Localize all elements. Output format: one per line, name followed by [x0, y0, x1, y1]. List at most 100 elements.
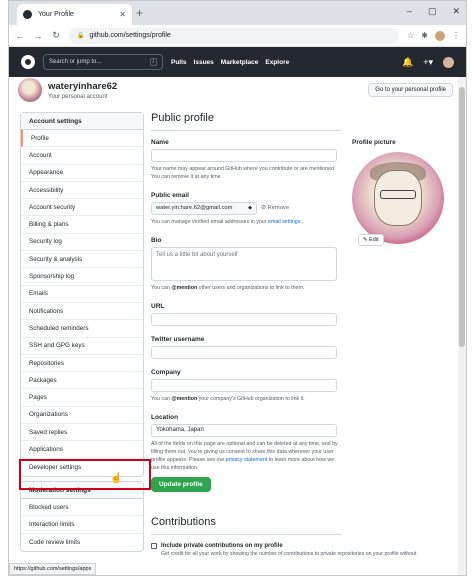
email-label: Public email — [151, 191, 189, 199]
header-nav: Pulls Issues Marketplace Explore — [171, 59, 289, 66]
url-field[interactable] — [151, 312, 337, 326]
goto-profile-button[interactable]: Go to your personal profile — [368, 83, 453, 97]
nav-issues[interactable]: Issues — [194, 59, 214, 66]
company-note-rest: your company's GitHub organization to li… — [197, 395, 305, 402]
username[interactable]: wateryinhare62 — [48, 81, 117, 92]
star-icon[interactable]: ☆ — [407, 31, 414, 41]
forward-icon[interactable]: → — [33, 31, 43, 41]
twitter-field[interactable] — [151, 345, 337, 359]
page-scrollbar[interactable] — [458, 77, 466, 575]
sidebar-item-profile[interactable]: Profile — [21, 130, 143, 148]
github-favicon-icon — [23, 10, 32, 19]
sidebar-item-saved-replies[interactable]: Saved replies — [21, 424, 143, 442]
email-settings-link[interactable]: email settings — [268, 219, 300, 225]
name-field[interactable] — [151, 149, 337, 162]
url-field[interactable]: 🔒 github.com/settings/profile — [69, 27, 400, 44]
sidebar-item-account-security[interactable]: Account security — [21, 199, 143, 217]
back-icon[interactable]: ← — [15, 31, 25, 41]
minimize-icon[interactable]: – — [407, 6, 412, 17]
sidebar-item-interaction-limits[interactable]: Interaction limits — [21, 516, 143, 534]
sidebar-item-notifications[interactable]: Notifications — [21, 303, 143, 321]
privacy-note: All of the fields on this page are optio… — [151, 441, 341, 473]
remove-label: Remove — [267, 205, 290, 212]
browser-tab[interactable]: Your Profile ✕ — [17, 4, 132, 25]
tab-strip: Your Profile ✕ + – ▢ ✕ — [9, 1, 466, 25]
bio-note: You can @mention other users and organiz… — [151, 285, 341, 293]
chevron-down-icon: ◆ — [248, 205, 252, 212]
menu-icon[interactable]: ⋮ — [452, 31, 460, 41]
browser-profile-avatar[interactable] — [435, 30, 445, 41]
scrollbar-thumb[interactable] — [459, 87, 465, 347]
sidebar-item-pages[interactable]: Pages — [21, 389, 143, 407]
public-email-value: water.yin.hare.62@gmail.com — [156, 205, 233, 212]
sidebar-item-applications[interactable]: Applications — [21, 441, 143, 459]
sidebar-item-packages[interactable]: Packages — [21, 372, 143, 390]
company-group: Company You can @mention your company's … — [151, 369, 341, 404]
sidebar-item-emails[interactable]: Emails — [21, 286, 143, 303]
bio-label: Bio — [151, 236, 162, 244]
extensions-icon[interactable]: ✱ — [421, 31, 428, 41]
company-field[interactable] — [151, 378, 337, 392]
close-window-icon[interactable]: ✕ — [452, 6, 460, 17]
update-profile-button[interactable]: Update profile — [151, 477, 211, 493]
search-placeholder: Search or jump to... — [49, 59, 102, 65]
create-new-icon[interactable]: +▾ — [423, 57, 433, 68]
developer-settings-highlight — [19, 459, 151, 490]
github-logo-icon[interactable] — [21, 55, 35, 69]
nav-marketplace[interactable]: Marketplace — [221, 59, 259, 66]
name-label: Name — [151, 139, 169, 146]
nav-explore[interactable]: Explore — [265, 59, 289, 66]
sidebar-item-scheduled-reminders[interactable]: Scheduled reminders — [21, 320, 143, 338]
private-contributions-option[interactable]: Include private contributions on my prof… — [151, 543, 341, 550]
notifications-bell-icon[interactable]: 🔔 — [402, 57, 413, 68]
remove-email-button[interactable]: ⊘ Remove — [261, 205, 289, 211]
bio-group: Bio Tell us a little bit about yourself … — [151, 237, 341, 293]
company-note: You can @mention your company's GitHub o… — [151, 396, 341, 404]
bio-note-pre: You can — [151, 284, 172, 291]
avatar[interactable] — [18, 78, 42, 102]
window-controls: – ▢ ✕ — [407, 6, 460, 17]
close-tab-icon[interactable]: ✕ — [119, 10, 126, 19]
company-label: Company — [151, 368, 181, 376]
user-context: wateryinhare62 Your personal account — [18, 78, 117, 102]
browser-extensions: ☆ ✱ ⋮ — [407, 30, 460, 41]
privacy-statement-link[interactable]: privacy statement — [226, 457, 268, 463]
edit-picture-button[interactable]: ✎ Edit — [358, 234, 384, 246]
sidebar-item-blocked-users[interactable]: Blocked users — [21, 499, 143, 517]
address-bar: ← → ↻ 🔒 github.com/settings/profile ☆ ✱ … — [9, 25, 466, 47]
nav-pulls[interactable]: Pulls — [171, 59, 187, 66]
bio-field[interactable]: Tell us a little bit about yourself — [151, 246, 337, 281]
user-menu-avatar[interactable] — [443, 56, 454, 68]
sidebar-item-repositories[interactable]: Repositories — [21, 355, 143, 373]
sidebar-item-ssh-gpg[interactable]: SSH and GPG keys — [21, 338, 143, 355]
tab-title: Your Profile — [38, 11, 74, 18]
github-header: Search or jump to... / Pulls Issues Mark… — [9, 47, 466, 77]
maximize-icon[interactable]: ▢ — [428, 6, 437, 17]
search-input[interactable]: Search or jump to... / — [43, 54, 163, 70]
header-right: 🔔 +▾ — [402, 56, 454, 68]
lock-icon: 🔒 — [77, 33, 85, 39]
sidebar-item-security-log[interactable]: Security log — [21, 234, 143, 252]
private-contributions-note: Get credit for all your work by showing … — [161, 551, 417, 558]
sidebar-item-appearance[interactable]: Appearance — [21, 165, 143, 182]
location-group: Location Yokohama, Japan — [151, 414, 341, 437]
profile-picture: ✎ Edit — [352, 152, 444, 246]
location-field[interactable]: Yokohama, Japan — [151, 423, 337, 437]
account-type: Your personal account — [48, 93, 108, 100]
reload-icon[interactable]: ↻ — [51, 30, 61, 41]
sidebar-item-billing[interactable]: Billing & plans — [21, 216, 143, 234]
profile-picture-section: Profile picture ✎ Edit — [352, 139, 444, 246]
name-group: Name Your name may appear around GitHub … — [151, 139, 341, 182]
sidebar-item-sponsorship-log[interactable]: Sponsorship log — [21, 268, 143, 286]
sidebar-item-code-review-limits[interactable]: Code review limits — [21, 534, 143, 551]
new-tab-icon[interactable]: + — [136, 6, 143, 20]
email-note: You can manage verified email addresses … — [151, 218, 302, 225]
url-group: URL — [151, 303, 341, 326]
private-contributions-checkbox[interactable] — [151, 543, 157, 550]
sidebar-item-account[interactable]: Account — [21, 147, 143, 165]
sidebar-item-accessibility[interactable]: Accessibility — [21, 182, 143, 200]
public-email-select[interactable]: water.yin.hare.62@gmail.com ◆ — [151, 201, 257, 215]
sidebar-item-organizations[interactable]: Organizations — [21, 407, 143, 425]
account-settings-menu: Account settings Profile Account Appeara… — [20, 112, 144, 477]
sidebar-item-security-analysis[interactable]: Security & analysis — [21, 251, 143, 269]
